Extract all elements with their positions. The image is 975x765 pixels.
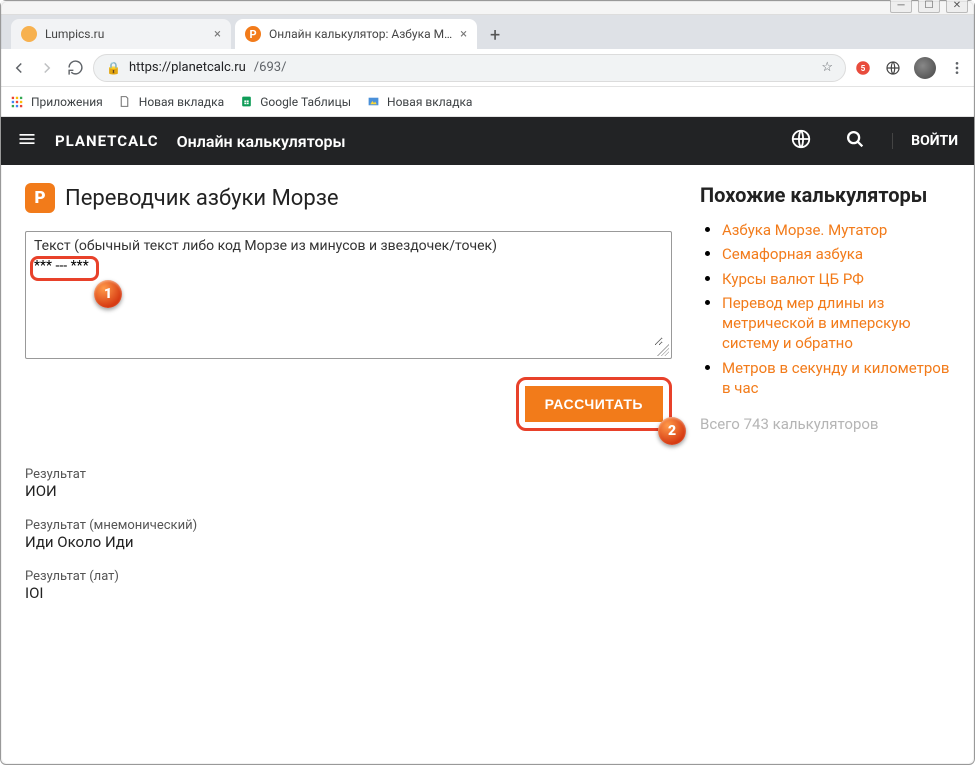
svg-text:5: 5 (861, 64, 866, 74)
related-link[interactable]: Перевод мер длины из метрической в импер… (722, 294, 911, 353)
window-titlebar: ─ ☐ ✕ (1, 1, 974, 15)
reload-button[interactable] (65, 58, 85, 78)
bookmark-label: Новая вкладка (387, 95, 472, 109)
bookmark-apps[interactable]: Приложения (9, 94, 103, 110)
sidebar-heading: Похожие калькуляторы (700, 183, 950, 208)
tab-planetcalc[interactable]: P Онлайн калькулятор: Азбука М… × (235, 19, 477, 49)
calculate-row: РАССЧИТАТЬ 2 (25, 377, 672, 431)
sidebar-total: Всего 743 калькуляторов (700, 414, 950, 435)
extension-globe-icon[interactable] (884, 59, 902, 77)
tab-title: Lumpics.ru (45, 27, 206, 41)
site-subtitle: Онлайн калькуляторы (177, 132, 346, 151)
site-header: PLANETCALC Онлайн калькуляторы ВОЙТИ (1, 117, 974, 165)
bookmark-newtab-1[interactable]: Новая вкладка (117, 94, 224, 110)
result-block: Результат ИОИ (25, 467, 672, 500)
window-minimize-button[interactable]: ─ (890, 0, 912, 13)
annotation-badge-2: 2 (658, 417, 686, 445)
calculate-button[interactable]: РАССЧИТАТЬ (525, 386, 663, 422)
related-link[interactable]: Метров в секунду и километров в час (722, 359, 949, 397)
input-container: Текст (обычный текст либо код Морзе из м… (25, 231, 672, 359)
profile-avatar[interactable] (914, 57, 936, 79)
url-path: /693/ (254, 60, 287, 75)
favicon (21, 26, 37, 42)
window-maximize-button[interactable]: ☐ (918, 0, 940, 13)
related-link[interactable]: Семафорная азбука (722, 245, 863, 263)
bookmarks-bar: Приложения Новая вкладка Google Таблицы … (1, 87, 974, 117)
sidebar: Похожие калькуляторы Азбука Морзе. Мутат… (700, 183, 950, 620)
result-block: Результат (мнемонический) Иди Около Иди (25, 518, 672, 551)
bookmark-newtab-2[interactable]: Новая вкладка (365, 94, 472, 110)
sheets-icon (238, 94, 254, 110)
tab-title: Онлайн калькулятор: Азбука М… (269, 27, 452, 41)
result-label: Результат (25, 467, 672, 482)
result-label: Результат (мнемонический) (25, 518, 672, 533)
window-close-button[interactable]: ✕ (946, 0, 968, 13)
apps-icon (9, 94, 25, 110)
result-label: Результат (лат) (25, 569, 672, 584)
tab-close-icon[interactable]: × (214, 27, 221, 42)
new-tab-button[interactable]: + (481, 21, 509, 49)
page-body: P Переводчик азбуки Морзе Текст (обычный… (1, 165, 974, 620)
bookmark-label: Новая вкладка (139, 95, 224, 109)
annotation-badge-1: 1 (94, 280, 122, 308)
page-logo-icon: P (25, 183, 55, 213)
login-button[interactable]: ВОЙТИ (892, 133, 958, 149)
tab-lumpics[interactable]: Lumpics.ru × (11, 19, 231, 49)
doc-icon (117, 94, 133, 110)
input-label: Текст (обычный текст либо код Морзе из м… (34, 238, 663, 254)
resize-grip-icon[interactable] (657, 344, 669, 356)
result-block: Результат (лат) IOI (25, 569, 672, 602)
morse-text-input[interactable]: *** --- *** (34, 256, 663, 346)
search-icon[interactable] (844, 128, 866, 154)
favicon: P (245, 26, 261, 42)
hamburger-menu-icon[interactable] (17, 129, 37, 153)
url-host: https://planetcalc.ru (129, 60, 246, 75)
annotation-highlight-2: РАССЧИТАТЬ (516, 377, 672, 431)
tab-strip: Lumpics.ru × P Онлайн калькулятор: Азбук… (1, 15, 974, 49)
result-value: ИОИ (25, 482, 672, 500)
bookmark-google-sheets[interactable]: Google Таблицы (238, 94, 351, 110)
lock-icon: 🔒 (106, 61, 121, 75)
related-links-list: Азбука Морзе. Мутатор Семафорная азбука … (700, 220, 950, 398)
related-link[interactable]: Азбука Морзе. Мутатор (722, 221, 887, 239)
extension-icon[interactable]: 5 (854, 59, 872, 77)
forward-button[interactable] (37, 58, 57, 78)
image-icon (365, 94, 381, 110)
language-icon[interactable] (790, 128, 812, 154)
tab-close-icon[interactable]: × (460, 27, 467, 42)
address-bar: 🔒 https://planetcalc.ru/693/ ☆ 5 (1, 49, 974, 87)
related-link[interactable]: Курсы валют ЦБ РФ (722, 270, 864, 288)
browser-menu-icon[interactable] (948, 59, 966, 77)
site-brand[interactable]: PLANETCALC (55, 132, 159, 150)
bookmark-star-icon[interactable]: ☆ (821, 60, 833, 75)
back-button[interactable] (9, 58, 29, 78)
bookmark-label: Приложения (31, 95, 103, 109)
result-value: Иди Около Иди (25, 533, 672, 551)
page-title: Переводчик азбуки Морзе (65, 186, 339, 211)
result-value: IOI (25, 584, 672, 602)
main-column: P Переводчик азбуки Морзе Текст (обычный… (25, 183, 672, 620)
bookmark-label: Google Таблицы (260, 95, 351, 109)
omnibox[interactable]: 🔒 https://planetcalc.ru/693/ ☆ (93, 54, 846, 82)
